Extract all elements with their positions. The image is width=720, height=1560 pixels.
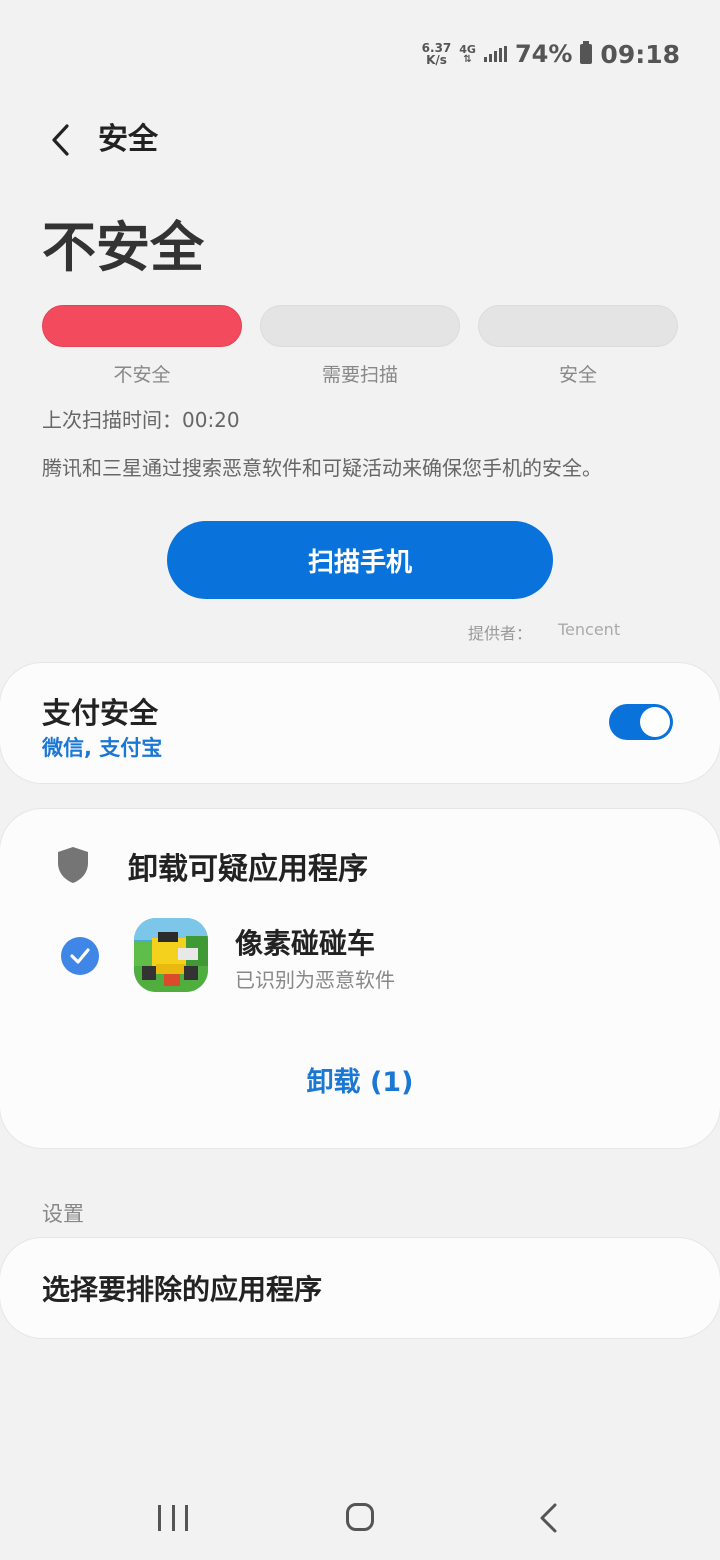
checkmark-icon bbox=[70, 948, 90, 964]
status-bar: 6.37 K/s 4G ⇅ 74% 09:18 bbox=[422, 36, 680, 72]
network-type-icon: 4G ⇅ bbox=[459, 42, 476, 65]
network-speed-unit: K/s bbox=[426, 53, 447, 67]
level-bar-needs-scan bbox=[260, 305, 460, 347]
app-status: 已识别为恶意软件 bbox=[235, 968, 395, 992]
chevron-left-icon bbox=[52, 124, 69, 156]
app-icon bbox=[134, 918, 208, 992]
shield-icon bbox=[58, 847, 88, 883]
provider-label: 提供者： bbox=[468, 624, 533, 643]
uninstall-button[interactable]: 卸载 (1) bbox=[0, 1060, 720, 1099]
battery-icon bbox=[580, 41, 593, 64]
level-label-safe: 安全 bbox=[558, 364, 597, 386]
signal-icon bbox=[483, 46, 507, 62]
nav-back-icon[interactable] bbox=[536, 1502, 560, 1534]
level-label-unsafe: 不安全 bbox=[113, 364, 171, 386]
last-scan-time: 上次扫描时间：00:20 bbox=[42, 408, 240, 432]
app-name: 像素碰碰车 bbox=[235, 927, 376, 960]
app-checkbox[interactable] bbox=[61, 937, 99, 975]
clock: 09:18 bbox=[600, 39, 680, 69]
page-title: 安全 bbox=[98, 122, 158, 157]
recent-apps-icon[interactable] bbox=[158, 1505, 188, 1531]
battery-percent: 74% bbox=[514, 40, 573, 68]
security-status: 不安全 bbox=[42, 216, 204, 279]
toggle-knob bbox=[640, 707, 670, 737]
scan-phone-button[interactable]: 扫描手机 bbox=[167, 521, 553, 599]
payment-security-toggle[interactable] bbox=[609, 704, 673, 740]
network-speed: 6.37 K/s bbox=[422, 42, 452, 66]
suspicious-apps-title: 卸载可疑应用程序 bbox=[128, 852, 368, 887]
level-bar-safe bbox=[478, 305, 678, 347]
back-button[interactable] bbox=[40, 118, 80, 162]
home-icon[interactable] bbox=[346, 1503, 374, 1531]
level-bar-unsafe bbox=[42, 305, 242, 347]
payment-security-apps: 微信, 支付宝 bbox=[42, 736, 163, 760]
network-type-label: 4G bbox=[459, 42, 476, 56]
payment-security-title: 支付安全 bbox=[42, 696, 159, 730]
provider-value: Tencent bbox=[558, 620, 621, 639]
security-description: 腾讯和三星通过搜索恶意软件和可疑活动来确保您手机的安全。 bbox=[42, 456, 602, 480]
settings-section-header: 设置 bbox=[42, 1202, 84, 1226]
exclude-apps-label: 选择要排除的应用程序 bbox=[42, 1273, 323, 1306]
level-label-needs-scan: 需要扫描 bbox=[321, 364, 398, 386]
